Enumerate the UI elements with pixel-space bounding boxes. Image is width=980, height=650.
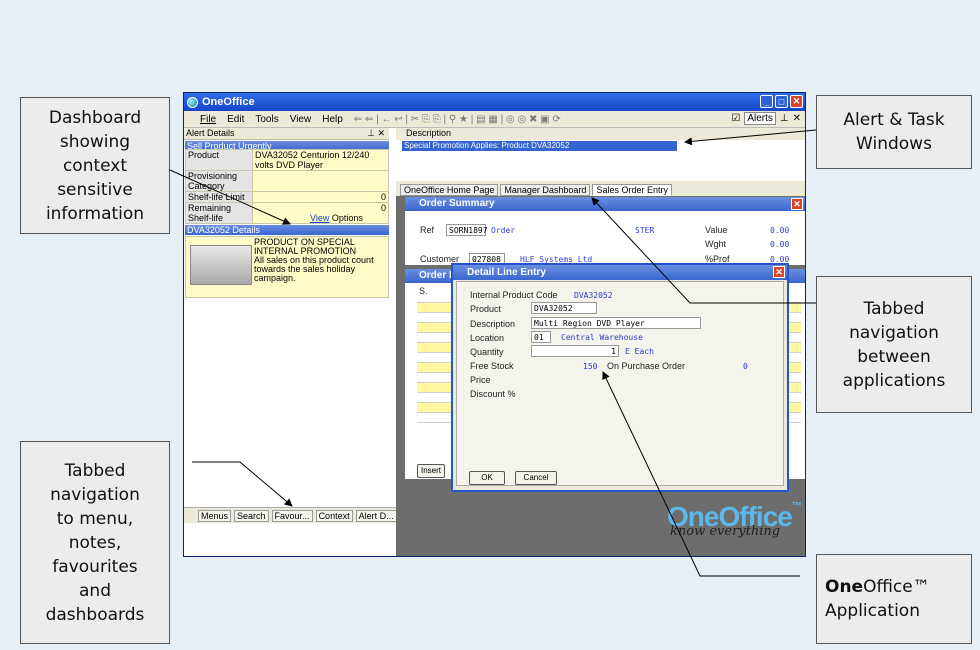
location-input[interactable]: 01 [531,331,551,343]
menu-tools[interactable]: Tools [255,114,278,125]
value-amount: 0.00 [770,226,790,235]
tab-alert-details[interactable]: Alert D... [355,509,397,522]
unit-text: E Each [625,347,654,356]
close-icon[interactable]: ✕ [793,113,801,124]
menu-bar: File Edit Tools View Help ⇐ ⇐ | ← ↩ | ✂ … [184,111,805,128]
options-link[interactable]: Options [332,213,363,223]
field-value: 0 [252,191,389,203]
quantity-label: Quantity [470,347,504,357]
tab-menus[interactable]: Menus [198,509,232,522]
product-image [190,245,252,285]
internal-code-label: Internal Product Code [470,290,558,300]
menu-help[interactable]: Help [322,114,343,125]
description-input[interactable]: Multi Region DVD Player [531,317,701,329]
dialog-close-button[interactable]: ✕ [773,266,785,278]
tab-favourites[interactable]: Favour... [271,509,313,522]
promo-box: PRODUCT ON SPECIAL INTERNAL PROMOTION Al… [185,236,389,298]
promo-text: PRODUCT ON SPECIAL INTERNAL PROMOTION Al… [254,237,374,283]
menu-edit[interactable]: Edit [227,114,244,125]
alerts-button[interactable]: Alerts [744,112,776,125]
order-summary-title: Order Summary [405,197,805,211]
close-button[interactable]: ✕ [790,95,803,108]
ref-input[interactable]: SORN1897 [446,224,488,236]
window-title: OneOffice [202,96,255,108]
detail-line-dialog: Detail Line Entry ✕ Internal Product Cod… [451,263,789,492]
dialog-title: Detail Line Entry [453,265,787,280]
location-label: Location [470,333,505,343]
ref-type: Order [491,226,516,235]
checkbox-icon[interactable]: ☑ [731,113,740,124]
menu-file[interactable]: File [200,114,216,125]
minimize-button[interactable]: _ [760,95,773,108]
ster-text: STER [635,226,655,235]
brand-tagline: know everything [670,524,781,539]
description-label: Description [470,319,516,329]
order-summary-panel: Order Summary ✕ Ref SORN1897 Order STER … [405,197,805,265]
title-bar: OneOffice _ □ ✕ [184,93,805,111]
field-label: Remaining Shelf-life [185,202,253,224]
tab-context[interactable]: Context [315,509,353,522]
promotion-alert-row[interactable]: Special Promotion Applies: Product DVA32… [402,141,677,151]
dialog-body: Internal Product Code DVA32052 Product D… [456,281,784,486]
pin-icon[interactable]: ⊥ [780,113,789,124]
menu-view[interactable]: View [290,114,312,125]
free-stock-label: Free Stock [470,361,514,371]
tab-manager-dashboard[interactable]: Manager Dashboard [500,184,591,196]
value-label: Value [705,225,728,235]
field-value [252,170,389,192]
product-label: Product [470,304,502,314]
callout-tabbed-apps: Tabbed navigation between applications [816,276,972,413]
app-logo-icon [187,96,198,108]
left-tabs: Menus Search Favour... Context Alert D..… [184,507,414,523]
tab-search[interactable]: Search [234,509,269,522]
free-stock-value: 150 [583,362,598,371]
callout-dashboard: Dashboard showing context sensitive info… [20,97,170,234]
product-input[interactable]: DVA32052 [531,302,597,314]
callout-alerts: Alert & Task Windows [816,95,972,169]
wght-amount: 0.00 [770,240,790,249]
discount-label: Discount % [470,389,516,399]
maximize-button[interactable]: □ [775,95,788,108]
callout-tabbed-menu: Tabbed navigation to menu, notes, favour… [20,441,170,644]
internal-code-value: DVA32052 [574,291,613,300]
tab-home-page[interactable]: OneOffice Home Page [400,184,499,196]
on-order-value: 0 [743,362,748,371]
description-header: Description [396,128,805,140]
tab-sales-order-entry[interactable]: Sales Order Entry [592,184,672,196]
field-label: Provisioning Category [185,170,253,192]
order-summary-close-button[interactable]: ✕ [791,198,803,210]
panel-product-details: DVA32052 Details [185,225,389,235]
price-label: Price [470,375,491,385]
pane-close-icon[interactable]: ⊥ ✕ [367,128,385,139]
quantity-input[interactable]: 1 [531,345,619,357]
wght-label: Wght [705,239,727,249]
alert-details-header: Alert Details ⊥ ✕ [184,128,389,140]
view-link[interactable]: View [310,213,329,223]
insert-button[interactable]: Insert [417,464,445,478]
alerts-controls: ☑ Alerts ⊥ ✕ [731,112,801,125]
cancel-button[interactable]: Cancel [515,471,557,485]
ok-button[interactable]: OK [469,471,505,485]
on-order-label: On Purchase Order [607,361,686,371]
ref-label: Ref [420,225,435,235]
callout-brand: OneOffice™ Application [816,554,972,644]
field-value: DVA32052 Centurion 12/240 volts DVD Play… [252,149,389,171]
location-name: Central Warehouse [561,333,643,342]
field-label: Product [185,149,253,171]
toolbar-icons[interactable]: ⇐ ⇐ | ← ↩ | ✂ ⎘ ⎘ | ⚲ ★ | ▤ ▦ | ◎ ◎ ✖ ▣ … [354,114,561,125]
app-tabs: OneOffice Home Page Manager Dashboard Sa… [396,181,805,196]
field-label: Shelf-life Limit [185,191,253,203]
